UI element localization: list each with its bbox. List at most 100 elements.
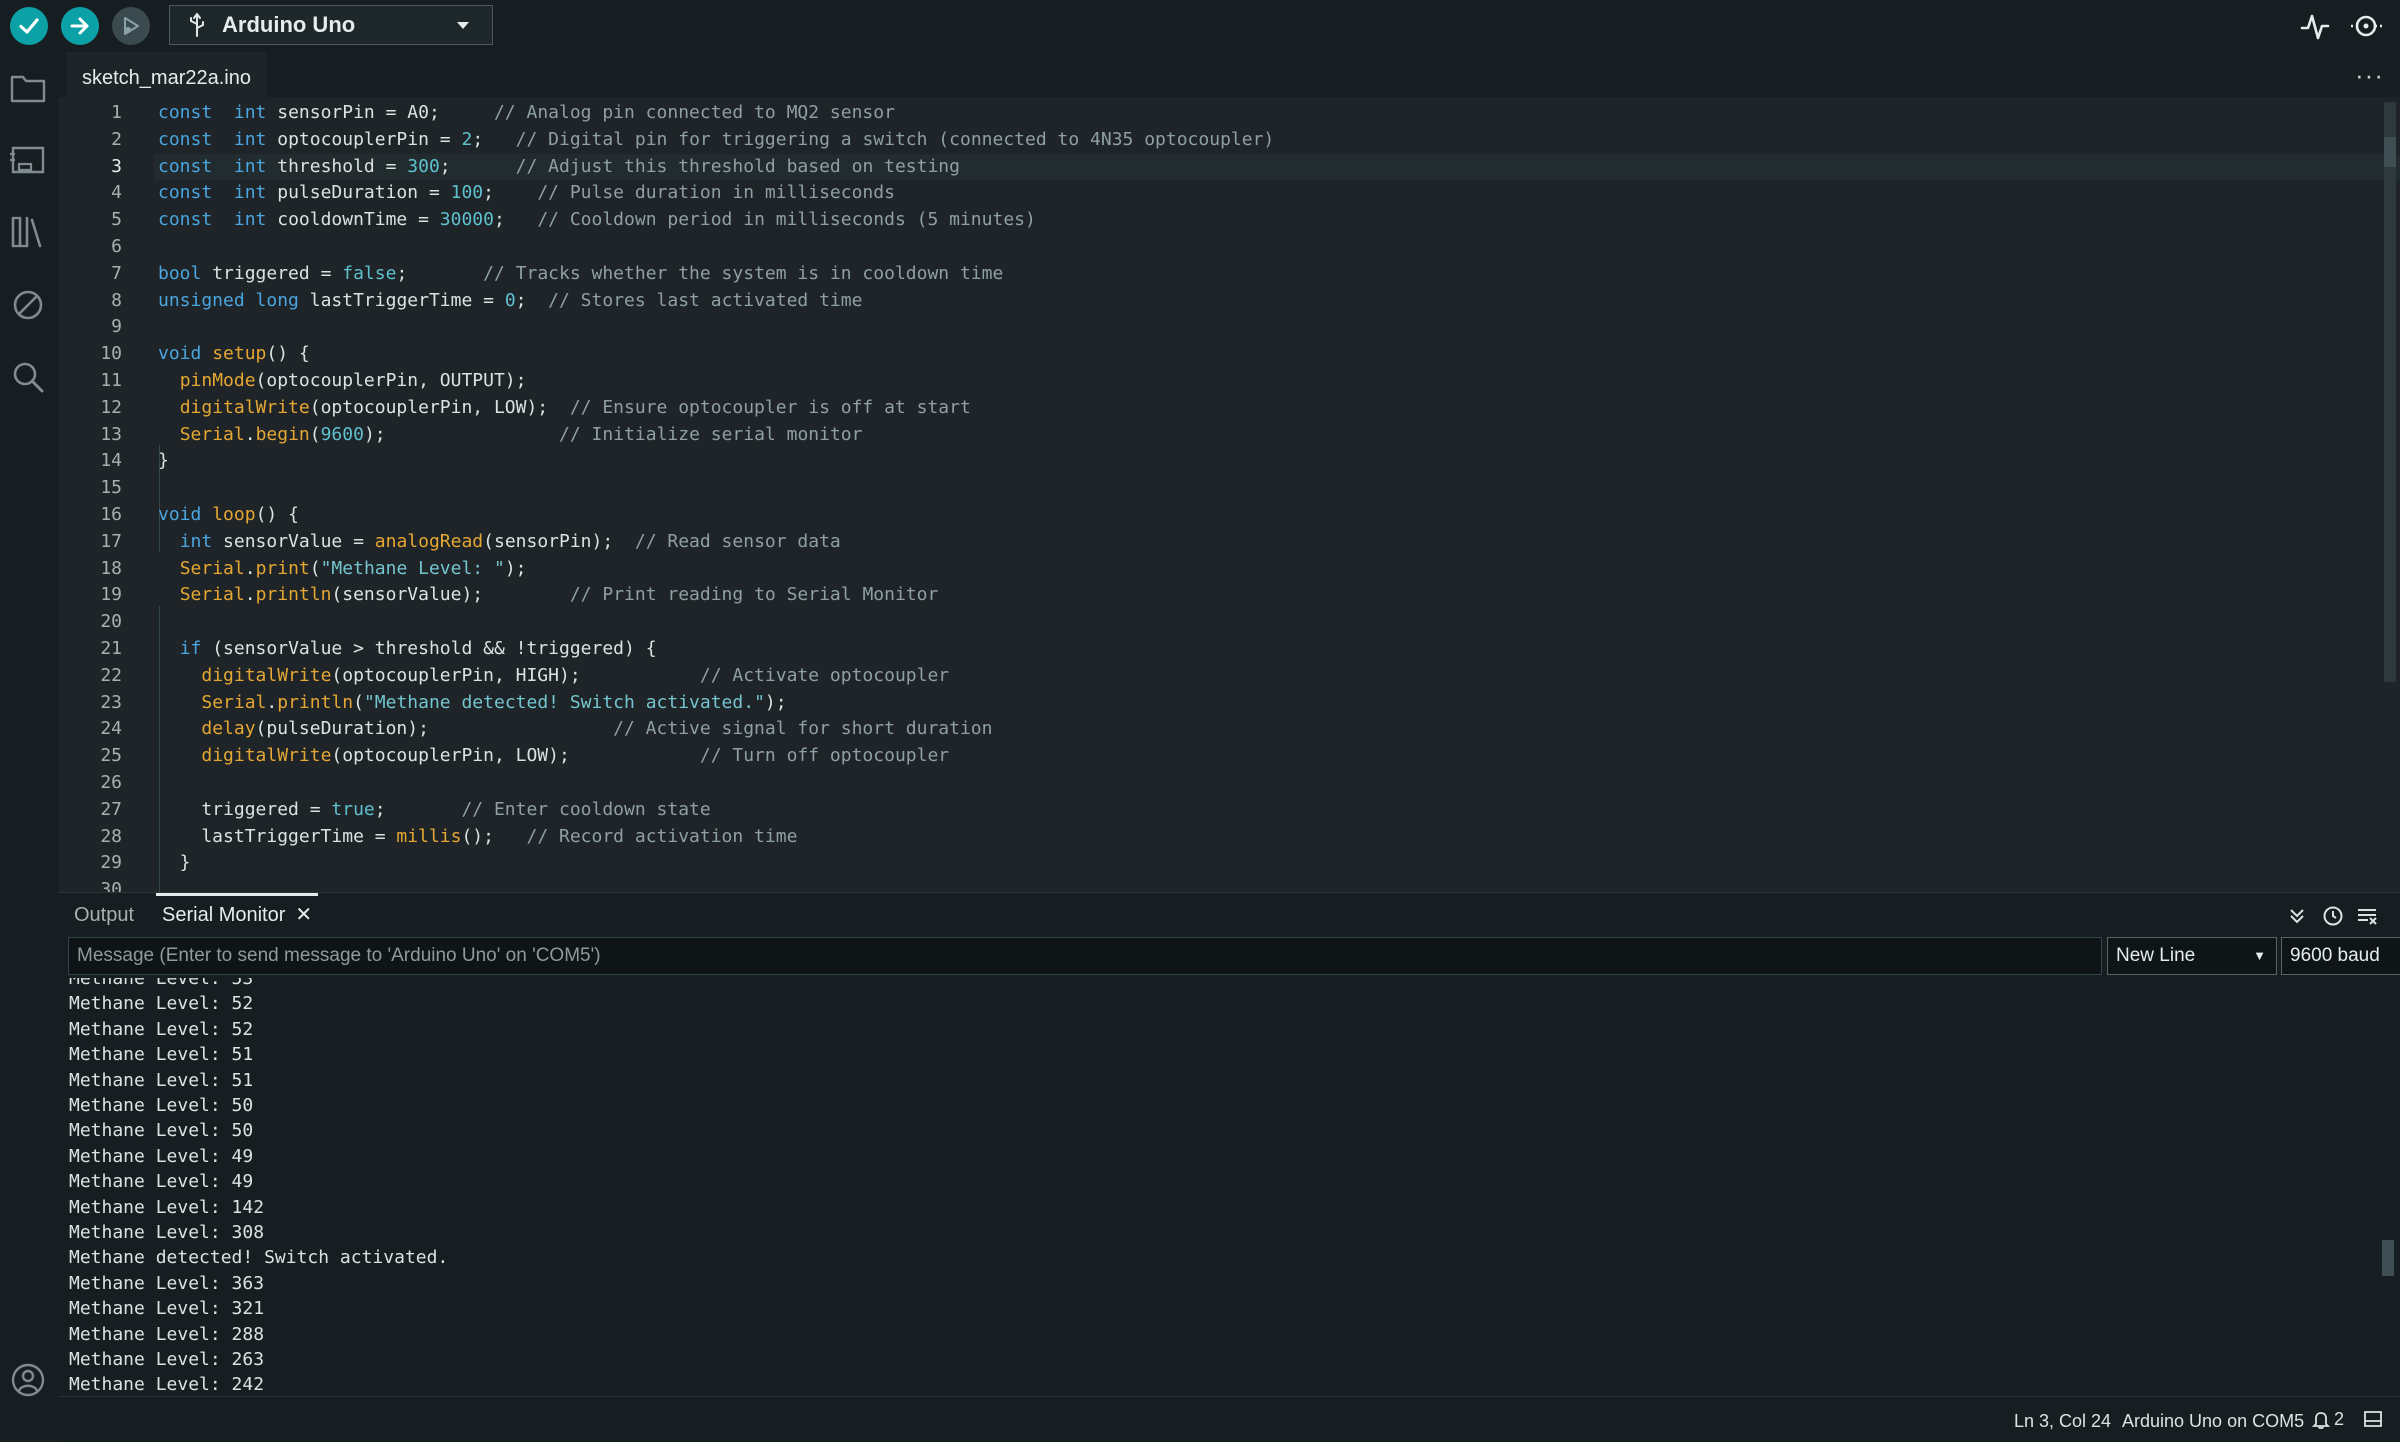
code-line[interactable]: } [158, 448, 169, 475]
code-token: . [266, 691, 278, 713]
line-number: 29 [100, 852, 122, 874]
debug-panel-button[interactable] [8, 285, 48, 325]
close-icon[interactable]: ✕ [295, 904, 312, 926]
code-token: (optocouplerPin, LOW); [309, 396, 570, 418]
code-line[interactable]: bool triggered = false; // Tracks whethe… [158, 261, 1003, 288]
code-token: ( [309, 423, 321, 445]
code-token: (sensorValue); [331, 584, 570, 606]
code-line[interactable]: lastTriggerTime = millis(); // Record ac… [158, 824, 797, 851]
line-number: 10 [100, 343, 122, 365]
code-line[interactable]: const int optocouplerPin = 2; // Digital… [158, 127, 1274, 154]
line-number: 16 [100, 504, 122, 525]
serial-scrollbar-thumb[interactable] [2382, 1240, 2394, 1276]
code-line[interactable]: Serial.println("Methane detected! Switch… [158, 690, 786, 717]
clock-icon [2323, 906, 2343, 926]
code-token: (sensorValue > threshold && !triggered) … [201, 638, 657, 659]
verify-button[interactable] [10, 7, 48, 45]
search-button[interactable] [8, 357, 48, 397]
code-token: triggered = [201, 262, 343, 284]
editor-scrollbar[interactable] [2384, 102, 2396, 682]
chevron-down-icon: ▼ [2253, 948, 2266, 963]
code-line[interactable]: const int threshold = 300; // Adjust thi… [154, 153, 2400, 181]
line-number: 9 [111, 316, 122, 338]
code-editor[interactable]: 1 2 3 4 5 6 7 8 9 10 11 12 13 14 15 16 17 18 19 20 21 22 23 24 2… [58, 97, 2400, 892]
code-token: print [255, 557, 310, 579]
code-token: const [158, 182, 213, 204]
code-token: true [331, 798, 375, 820]
code-token: 300 [407, 155, 440, 177]
code-line[interactable]: digitalWrite(optocouplerPin, HIGH); // A… [158, 663, 949, 690]
code-line[interactable]: Serial.println(sensorValue); // Print re… [158, 582, 939, 609]
boards-manager-button[interactable] [8, 140, 48, 180]
code-token: const [158, 128, 213, 150]
serial-message-input[interactable] [68, 937, 2102, 975]
code-line[interactable]: delay(pulseDuration); // Active signal f… [158, 716, 992, 743]
pulse-icon [2300, 14, 2330, 40]
library-manager-button[interactable] [8, 212, 48, 252]
clear-output-button[interactable] [2354, 903, 2380, 929]
code-line[interactable]: void setup() { [158, 341, 310, 368]
toggle-timestamp-button[interactable] [2320, 903, 2346, 929]
code-line[interactable]: unsigned long lastTriggerTime = 0; // St… [158, 288, 862, 315]
line-ending-value: New Line [2116, 945, 2196, 966]
code-line[interactable]: Serial.print("Methane Level: "); [158, 556, 527, 583]
serial-output[interactable]: Methane Level: 53 Methane Level: 52 Methan… [58, 978, 2400, 1396]
line-number: 15 [100, 477, 122, 499]
code-area[interactable]: const int sensorPin = A0; // Analog pin … [154, 97, 2400, 892]
line-number: 11 [100, 370, 122, 391]
debug-button[interactable] [112, 7, 150, 45]
board-selector[interactable]: Arduino Uno [169, 5, 493, 45]
code-line[interactable]: int sensorValue = analogRead(sensorPin);… [158, 529, 841, 556]
code-line[interactable]: void loop() { [158, 502, 299, 529]
code-token: 30000 [439, 209, 494, 231]
line-ending-select[interactable]: New Line ▼ [2107, 937, 2277, 975]
code-token: int [233, 182, 267, 204]
code-token: int [233, 209, 267, 231]
toggle-panel-button[interactable] [2363, 1410, 2383, 1433]
line-number: 19 [100, 584, 122, 606]
code-token: . [244, 557, 256, 579]
code-token: cooldownTime = [266, 209, 440, 231]
tab-output[interactable]: Output [74, 893, 134, 937]
code-line[interactable]: Serial.begin(9600); // Initialize serial… [158, 422, 863, 449]
code-token: } [158, 852, 191, 874]
more-actions-button[interactable]: ··· [2355, 60, 2384, 91]
tab-serial-monitor[interactable]: Serial Monitor ✕ [156, 893, 319, 940]
code-token: ; [472, 128, 516, 150]
serial-monitor-button[interactable] [2348, 10, 2388, 42]
line-number: 1 [111, 102, 122, 123]
toggle-autoscroll-button[interactable] [2284, 903, 2310, 929]
account-button[interactable] [8, 1360, 48, 1400]
line-number: 12 [100, 396, 122, 418]
chevron-down-icon [457, 22, 469, 29]
code-line[interactable]: const int cooldownTime = 30000; // Coold… [158, 207, 1036, 234]
serial-plotter-button[interactable] [2298, 10, 2332, 42]
board-port-status[interactable]: Arduino Uno on COM5 [2122, 1411, 2304, 1432]
line-number-gutter: 1 2 3 4 5 6 7 8 9 10 11 12 13 14 15 16 17 18 19 20 21 22 23 24 2… [58, 97, 153, 892]
code-line[interactable]: if (sensorValue > threshold && !triggere… [158, 636, 657, 663]
notifications-button[interactable]: 2 [2312, 1409, 2344, 1430]
code-line[interactable]: } [158, 850, 191, 877]
code-line[interactable]: const int sensorPin = A0; // Analog pin … [158, 100, 895, 127]
baud-rate-select[interactable]: 9600 baud ▼ [2281, 937, 2400, 975]
tab-sketch-file[interactable]: sketch_mar22a.ino [66, 52, 267, 97]
code-token: . [244, 423, 256, 445]
sketchbook-button[interactable] [8, 68, 48, 108]
code-line[interactable]: pinMode(optocouplerPin, OUTPUT); [158, 368, 527, 395]
line-number: 17 [100, 530, 122, 552]
code-token: void [158, 343, 202, 365]
line-number: 20 [100, 611, 122, 633]
code-line[interactable]: triggered = true; // Enter cooldown stat… [158, 797, 710, 824]
upload-button[interactable] [61, 7, 99, 45]
code-line[interactable]: const int pulseDuration = 100; // Pulse … [158, 180, 895, 207]
editor-scrollbar-thumb[interactable] [2384, 137, 2396, 167]
code-line[interactable]: digitalWrite(optocouplerPin, LOW); // Tu… [158, 743, 949, 770]
code-line[interactable]: digitalWrite(optocouplerPin, LOW); // En… [158, 395, 971, 422]
search-icon [13, 362, 44, 393]
